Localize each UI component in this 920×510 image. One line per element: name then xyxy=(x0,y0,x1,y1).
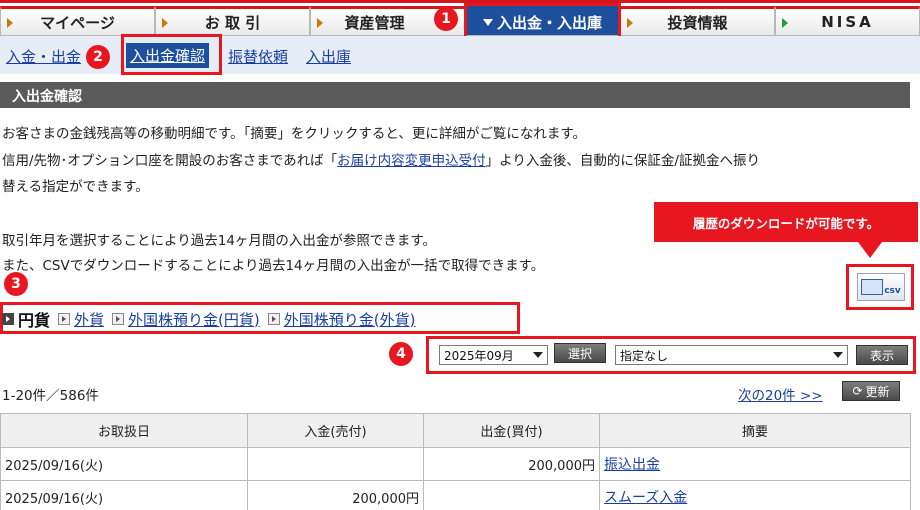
nav-tab-label: 資産管理 xyxy=(344,13,405,32)
subnav-item-deposit[interactable]: 入金・出金 xyxy=(6,46,81,67)
arrow-icon xyxy=(162,18,168,28)
tab-arrow-icon xyxy=(112,313,125,325)
chevron-down-icon xyxy=(833,352,843,358)
summary-link[interactable]: スムーズ入金 xyxy=(604,490,687,506)
section-title: 入出金確認 xyxy=(0,82,910,108)
next-page-link[interactable]: 次の20件 >> xyxy=(738,384,823,404)
intro-line-3: 替える指定ができます。 xyxy=(2,179,149,195)
marker-4: 4 xyxy=(389,342,413,366)
csv-highlight-box: csv xyxy=(846,264,914,310)
arrow-icon xyxy=(627,18,633,28)
history-table: お取扱日 入金(売付) 出金(買付) 摘要 2025/09/16(火) 200,… xyxy=(0,413,911,510)
nav-tab-mypage[interactable]: マイページ xyxy=(0,6,155,36)
cell-summary: スムーズ入金 xyxy=(599,480,911,510)
document-icon xyxy=(861,279,884,295)
result-count: 1-20件／586件 xyxy=(2,388,99,404)
select-button[interactable]: 選択 xyxy=(554,343,606,363)
refresh-button[interactable]: ⟳ 更新 xyxy=(842,381,900,401)
marker-2: 2 xyxy=(86,45,110,69)
intro-line-2-pre: 信用/先物･オプション口座を開設のお客さまであれば「 xyxy=(2,153,338,169)
table-row: 2025/09/16(火) 200,000円 スムーズ入金 xyxy=(0,480,911,510)
change-request-link[interactable]: お届け内容変更申込受付 xyxy=(337,153,486,169)
chevron-down-icon xyxy=(533,352,543,358)
intro-line-1: お客さまの金銭残高等の移動明細です。「摘要」をクリックすると、更に詳細がご覧にな… xyxy=(2,126,587,142)
currency-tab-label: 円貨 xyxy=(18,311,51,330)
nav-tab-label: 投資情報 xyxy=(667,13,728,32)
nav-tab-nisa[interactable]: NISA xyxy=(775,6,920,36)
month-select[interactable]: 2025年09月 xyxy=(439,345,548,365)
cell-withdrawal xyxy=(423,480,600,510)
nav-tab-label: マイページ xyxy=(40,13,115,32)
csv-label: csv xyxy=(884,286,901,296)
type-select[interactable]: 指定なし xyxy=(615,345,848,365)
nav-tab-investment-info[interactable]: 投資情報 xyxy=(620,6,775,36)
tab-arrow-icon xyxy=(2,313,14,325)
arrow-icon xyxy=(317,18,323,28)
top-accent-line xyxy=(0,0,920,3)
callout-note: 履歴のダウンロードが可能です。 xyxy=(654,202,918,242)
cell-date: 2025/09/16(火) xyxy=(0,480,248,510)
currency-tab-label[interactable]: 外国株預り金(外貨) xyxy=(284,309,416,330)
csv-download-button[interactable]: csv xyxy=(857,273,905,301)
currency-tab-label[interactable]: 外貨 xyxy=(74,309,104,330)
marker-3: 3 xyxy=(4,272,28,296)
column-header: 出金(買付) xyxy=(423,413,600,448)
type-select-value: 指定なし xyxy=(620,348,669,363)
currency-tab-label[interactable]: 外国株預り金(円貨) xyxy=(128,309,260,330)
subnav-item-securities[interactable]: 入出庫 xyxy=(306,46,351,67)
cell-date: 2025/09/16(火) xyxy=(0,447,248,481)
arrow-icon xyxy=(782,18,788,28)
column-header: 入金(売付) xyxy=(247,413,424,448)
marker-1: 1 xyxy=(434,7,458,31)
cell-deposit xyxy=(247,447,424,481)
table-row: 2025/09/16(火) 200,000円 振込出金 xyxy=(0,447,911,481)
subnav-item-transfer[interactable]: 振替依頼 xyxy=(228,46,288,67)
currency-tabs: 円貨 外貨 外国株預り金(円貨) 外国株預り金(外貨) xyxy=(2,305,423,333)
refresh-label: 更新 xyxy=(865,384,890,399)
cell-deposit: 200,000円 xyxy=(247,480,424,510)
currency-tab-fstock-jpy[interactable]: 外国株預り金(円貨) xyxy=(112,309,260,330)
currency-tab-jpy[interactable]: 円貨 xyxy=(2,307,50,331)
column-header: 摘要 xyxy=(599,413,911,448)
tab-arrow-icon xyxy=(267,313,280,325)
highlight-box-2 xyxy=(121,34,222,75)
table-header-row: お取扱日 入金(売付) 出金(買付) 摘要 xyxy=(0,413,911,448)
nav-tab-label: お 取 引 xyxy=(204,13,261,32)
intro-line-4: 取引年月を選択することにより過去14ヶ月間の入出金が参照できます。 xyxy=(2,233,437,249)
currency-tab-foreign[interactable]: 外貨 xyxy=(58,309,104,330)
nav-tab-label: NISA xyxy=(821,13,874,31)
summary-link[interactable]: 振込出金 xyxy=(604,457,660,473)
show-button[interactable]: 表示 xyxy=(856,345,908,365)
arrow-icon xyxy=(7,18,13,28)
refresh-icon: ⟳ xyxy=(852,384,863,398)
cell-summary: 振込出金 xyxy=(599,447,911,481)
intro-line-2-post: 」より入金後、自動的に保証金/証拠金へ振り xyxy=(485,153,760,169)
main-nav: マイページ お 取 引 資産管理 入出金・入出庫 投資情報 NISA xyxy=(0,6,920,36)
intro-line-2: 信用/先物･オプション口座を開設のお客さまであれば「お届け内容変更申込受付」より… xyxy=(2,149,760,169)
column-header: お取扱日 xyxy=(0,413,248,448)
month-select-value: 2025年09月 xyxy=(444,348,514,363)
tab-arrow-icon xyxy=(58,313,71,325)
intro-line-5: また、CSVでダウンロードすることにより過去14ヶ月間の入出金が一括で取得できま… xyxy=(2,258,545,274)
nav-tab-trade[interactable]: お 取 引 xyxy=(155,6,310,36)
cell-withdrawal: 200,000円 xyxy=(423,447,600,481)
callout-pointer xyxy=(858,242,882,258)
currency-tab-fstock-foreign[interactable]: 外国株預り金(外貨) xyxy=(267,309,416,330)
